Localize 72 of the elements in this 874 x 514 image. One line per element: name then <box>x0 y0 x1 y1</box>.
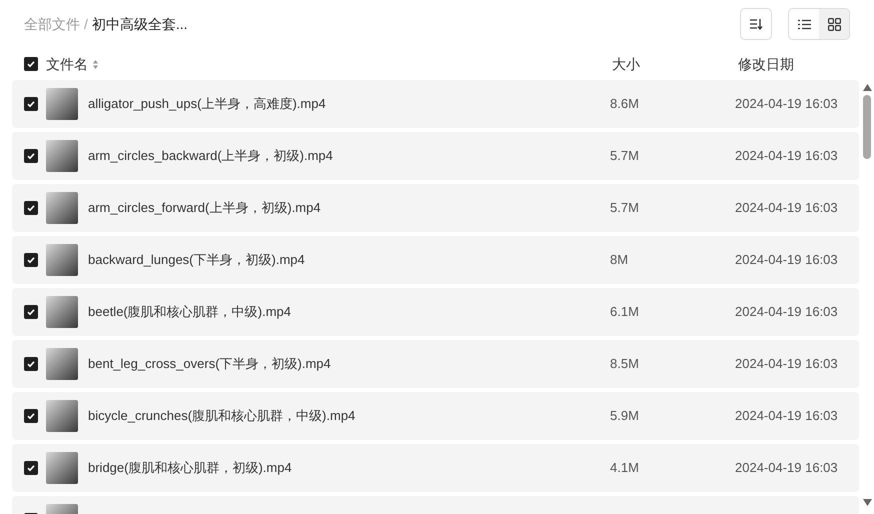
checkmark-icon <box>26 99 36 109</box>
file-date: 2024-04-19 16:03 <box>735 304 838 320</box>
file-date: 2024-04-19 16:03 <box>735 252 838 268</box>
sort-icon <box>749 18 763 30</box>
grid-icon <box>828 18 840 30</box>
list-icon <box>798 18 810 30</box>
video-thumbnail <box>46 400 78 432</box>
video-thumbnail <box>46 88 78 120</box>
checkbox[interactable] <box>24 97 38 111</box>
scroll-up-icon <box>862 84 872 91</box>
checkmark-icon <box>26 203 36 213</box>
checkmark-icon <box>26 359 36 369</box>
file-date: 2024-04-19 16:03 <box>735 96 838 112</box>
checkmark-icon <box>26 151 36 161</box>
name-column-header[interactable]: 文件名 <box>46 54 88 74</box>
size-column-header: 大小 <box>612 54 641 74</box>
scrollbar-thumb[interactable] <box>863 95 871 159</box>
file-row[interactable]: bicycle_crunches(腹肌和核心肌群，中级).mp4 5.9M 2024-04-19 16:03 <box>12 392 859 440</box>
file-row[interactable]: alligator_push_ups(上半身，高难度).mp4 8.6M 2024-04-19 16:03 <box>12 80 859 128</box>
file-name[interactable]: arm_circles_backward(上半身，初级).mp4 <box>88 146 333 166</box>
file-name[interactable]: arm_circles_forward(上半身，初级).mp4 <box>88 198 321 218</box>
breadcrumb-separator: / <box>84 14 88 34</box>
file-size: 8.6M <box>610 96 639 112</box>
video-thumbnail <box>46 348 78 380</box>
video-thumbnail <box>46 296 78 328</box>
file-name[interactable]: alligator_push_ups(上半身，高难度).mp4 <box>88 94 326 114</box>
file-size: 8M <box>610 252 628 268</box>
file-name[interactable]: backward_lunges(下半身，初级).mp4 <box>88 250 305 270</box>
file-size: 6.1M <box>610 304 639 320</box>
file-date: 2024-04-19 16:03 <box>735 356 838 372</box>
file-date: 2024-04-19 16:03 <box>735 200 838 216</box>
video-thumbnail <box>46 140 78 172</box>
list-view-button[interactable] <box>789 9 819 39</box>
file-size: 8.5M <box>610 356 639 372</box>
checkmark-icon <box>26 307 36 317</box>
checkbox[interactable] <box>24 409 38 423</box>
file-size: 5.9M <box>610 408 639 424</box>
file-row[interactable]: bridge(腹肌和核心肌群，初级).mp4 4.1M 2024-04-19 16:03 <box>12 444 859 492</box>
checkbox[interactable] <box>24 253 38 267</box>
scroll-down-icon <box>862 499 872 506</box>
file-size: 4.1M <box>610 460 639 476</box>
file-size: 5.7M <box>610 148 639 164</box>
file-date: 2024-04-19 16:03 <box>735 460 838 476</box>
checkmark-icon <box>26 463 36 473</box>
checkbox[interactable] <box>24 201 38 215</box>
file-row[interactable]: beetle(腹肌和核心肌群，中级).mp4 6.1M 2024-04-19 16:03 <box>12 288 859 336</box>
date-column-header: 修改日期 <box>738 54 795 74</box>
file-row[interactable]: bent_leg_cross_overs(下半身，初级).mp4 8.5M 2024-04-19 16:03 <box>12 340 859 388</box>
file-name[interactable]: beetle(腹肌和核心肌群，中级).mp4 <box>88 302 291 322</box>
file-row[interactable]: backward_lunges(下半身，初级).mp4 8M 2024-04-19 16:03 <box>12 236 859 284</box>
file-name[interactable]: bicycle_crunches(腹肌和核心肌群，中级).mp4 <box>88 406 356 426</box>
checkbox[interactable] <box>24 149 38 163</box>
file-name[interactable]: bent_leg_cross_overs(下半身，初级).mp4 <box>88 354 331 374</box>
checkbox[interactable] <box>24 357 38 371</box>
video-thumbnail <box>46 192 78 224</box>
file-date: 2024-04-19 16:03 <box>735 408 838 424</box>
checkbox[interactable] <box>24 57 38 71</box>
checkbox[interactable] <box>24 305 38 319</box>
file-date: 2024-04-19 16:03 <box>735 148 838 164</box>
file-size: 5.7M <box>610 200 639 216</box>
sort-button[interactable] <box>740 8 772 40</box>
sort-arrows-icon <box>92 58 99 70</box>
checkmark-icon <box>26 59 36 69</box>
file-name[interactable]: bridge(腹肌和核心肌群，初级).mp4 <box>88 458 292 478</box>
file-row[interactable]: arm_circles_forward(上半身，初级).mp4 5.7M 2024-04-19 16:03 <box>12 184 859 232</box>
breadcrumb-item[interactable]: 初中高级全套... <box>92 14 188 34</box>
checkbox[interactable] <box>24 461 38 475</box>
checkmark-icon <box>26 411 36 421</box>
file-row[interactable]: arm_circles_backward(上半身，初级).mp4 5.7M 2024-04-19 16:03 <box>12 132 859 180</box>
video-thumbnail <box>46 244 78 276</box>
checkmark-icon <box>26 255 36 265</box>
video-thumbnail <box>46 452 78 484</box>
